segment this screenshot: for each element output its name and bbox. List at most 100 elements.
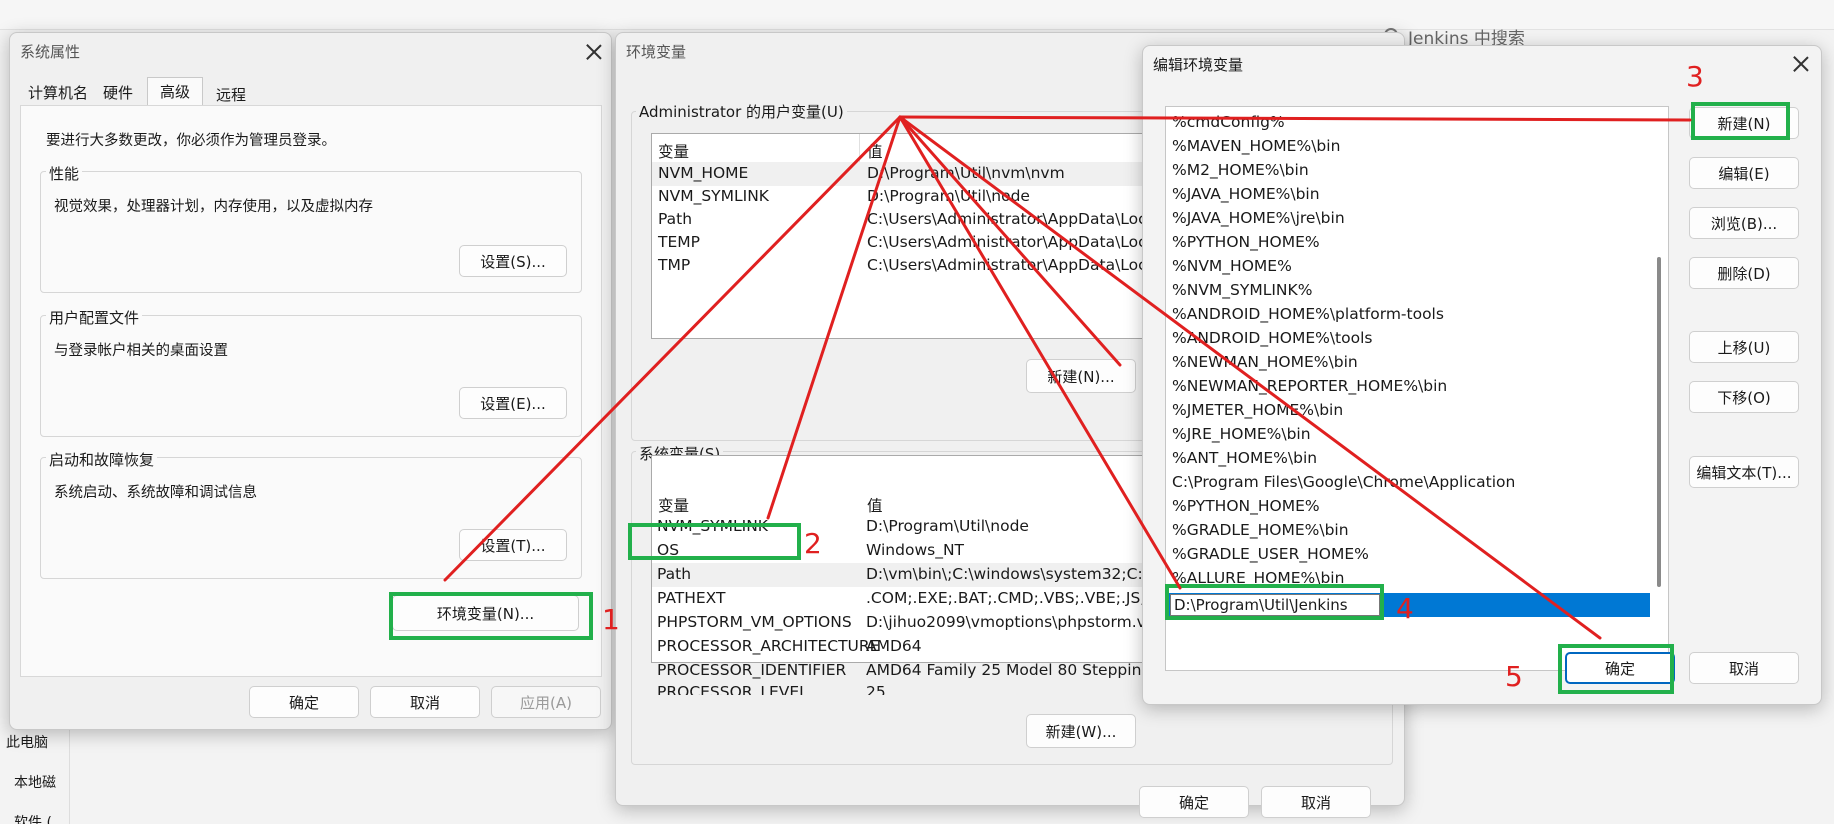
cancel-button[interactable]: 取消 [370, 686, 480, 718]
path-entry[interactable]: %M2_HOME%\bin [1166, 161, 1668, 185]
cancel-button[interactable]: 取消 [1689, 652, 1799, 684]
path-entry-text: %M2_HOME%\bin [1172, 161, 1309, 179]
path-entry-text: %NEWMAN_HOME%\bin [1172, 353, 1358, 371]
scrollbar[interactable] [1657, 257, 1661, 587]
path-entry[interactable]: %MAVEN_HOME%\bin [1166, 137, 1668, 161]
variable-value: D:\Program\Util\node [867, 187, 1030, 205]
step-number-3: 3 [1686, 60, 1704, 93]
variable-name: PATHEXT [657, 589, 726, 607]
variable-value: 25 [866, 683, 886, 695]
path-entry[interactable]: %PYTHON_HOME% [1166, 497, 1668, 521]
path-entry-text: %ANDROID_HOME%\tools [1172, 329, 1373, 347]
variable-name: Path [658, 210, 693, 228]
variable-value: .COM;.EXE;.BAT;.CMD;.VBS;.VBE;.JS;.JS [866, 589, 1165, 607]
close-icon[interactable] [585, 43, 603, 61]
user-profile-desc: 与登录帐户相关的桌面设置 [54, 343, 228, 359]
path-entry[interactable]: %JAVA_HOME%\bin [1166, 185, 1668, 209]
path-entry[interactable]: %ANDROID_HOME%\tools [1166, 329, 1668, 353]
variable-value: C:\Users\Administrator\AppData\Loc [867, 210, 1147, 228]
variable-value: AMD64 [866, 637, 922, 655]
highlight-env-button [389, 592, 593, 640]
path-entry[interactable]: %cmdConfig% [1166, 113, 1668, 137]
path-entry[interactable]: %GRADLE_HOME%\bin [1166, 521, 1668, 545]
ok-button[interactable]: 确定 [1139, 786, 1249, 818]
path-entry[interactable]: %JMETER_HOME%\bin [1166, 401, 1668, 425]
path-entry[interactable]: %PYTHON_HOME% [1166, 233, 1668, 257]
performance-desc: 视觉效果，处理器计划，内存使用，以及虚拟内存 [54, 199, 373, 215]
window-title: 环境变量 [626, 43, 687, 61]
path-entry-text: %JRE_HOME%\bin [1172, 425, 1311, 443]
path-entry[interactable]: %NEWMAN_REPORTER_HOME%\bin [1166, 377, 1668, 401]
path-entry[interactable]: %GRADLE_USER_HOME% [1166, 545, 1668, 569]
tab-advanced[interactable]: 高级 [147, 77, 204, 105]
performance-settings-button[interactable]: 设置(S)... [459, 245, 567, 277]
user-profile-label: 用户配置文件 [46, 307, 143, 328]
highlight-path-row [628, 523, 801, 560]
path-entry-text: %NVM_HOME% [1172, 257, 1292, 275]
user-variables-label: Administrator 的用户变量(U) [636, 101, 847, 122]
variable-name: TMP [658, 256, 691, 274]
path-entry[interactable]: C:\Program Files\Google\Chrome\Applicati… [1166, 473, 1668, 497]
path-entry[interactable]: %JAVA_HOME%\jre\bin [1166, 209, 1668, 233]
path-entry[interactable]: %NVM_SYMLINK% [1166, 281, 1668, 305]
variable-value: D:\Program\Util\node [866, 517, 1029, 535]
window-title: 编辑环境变量 [1153, 56, 1244, 74]
cancel-button[interactable]: 取消 [1261, 786, 1371, 818]
variable-name: Path [657, 565, 692, 583]
user-new-button[interactable]: 新建(N)... [1026, 359, 1136, 393]
sidebar-item-software[interactable]: 软件 ( [14, 812, 52, 824]
path-entry-text: %PYTHON_HOME% [1172, 233, 1320, 251]
step-number-2: 2 [804, 527, 822, 560]
path-entry-text: %ANT_HOME%\bin [1172, 449, 1318, 467]
path-entry-text: %JAVA_HOME%\jre\bin [1172, 209, 1345, 227]
tab-remote[interactable]: 远程 [210, 81, 252, 108]
window-title: 系统属性 [20, 43, 81, 61]
ok-button[interactable]: 确定 [249, 686, 359, 718]
sidebar-item-local-disk[interactable]: 本地磁 [14, 772, 56, 792]
edit-button[interactable]: 编辑(E) [1689, 157, 1799, 189]
variable-value: D:\vm\bin\;C:\windows\system32;C:\ [866, 565, 1148, 583]
tab-hardware[interactable]: 硬件 [97, 79, 139, 106]
variable-value: C:\Users\Administrator\AppData\Loc [867, 233, 1147, 251]
delete-button[interactable]: 删除(D) [1689, 257, 1799, 289]
explorer-sidebar: 此电脑 本地磁 软件 ( [0, 720, 70, 824]
variable-name: NVM_HOME [658, 164, 749, 182]
path-entry-text: %cmdConfig% [1172, 113, 1285, 131]
variable-name: PROCESSOR_IDENTIFIER [657, 661, 847, 679]
path-entry[interactable]: %NVM_HOME% [1166, 257, 1668, 281]
move-up-button[interactable]: 上移(U) [1689, 331, 1799, 363]
path-entry-text: C:\Program Files\Google\Chrome\Applicati… [1172, 473, 1516, 491]
variable-name: PHPSTORM_VM_OPTIONS [657, 613, 852, 631]
column-header-variable[interactable]: 变量 [658, 494, 689, 516]
path-entry-text: %GRADLE_HOME%\bin [1172, 521, 1349, 539]
apply-button[interactable]: 应用(A) [491, 686, 601, 718]
startup-recovery-settings-button[interactable]: 设置(T)... [459, 529, 567, 561]
path-entry[interactable]: %ANDROID_HOME%\platform-tools [1166, 305, 1668, 329]
path-entry-text: %GRADLE_USER_HOME% [1172, 545, 1369, 563]
variable-name: NVM_SYMLINK [658, 187, 769, 205]
highlight-editor [1165, 584, 1384, 620]
path-entry-text: %JAVA_HOME%\bin [1172, 185, 1320, 203]
sidebar-item-this-pc[interactable]: 此电脑 [6, 732, 48, 752]
tab-computer-name[interactable]: 计算机名 [22, 79, 94, 106]
path-entry-text: %PYTHON_HOME% [1172, 497, 1320, 515]
edit-text-button[interactable]: 编辑文本(T)... [1689, 456, 1799, 488]
column-header-variable[interactable]: 变量 [658, 140, 689, 162]
startup-recovery-desc: 系统启动、系统故障和调试信息 [54, 485, 257, 501]
variable-value: Windows_NT [866, 541, 965, 559]
column-header-value[interactable]: 值 [867, 140, 883, 162]
move-down-button[interactable]: 下移(O) [1689, 381, 1799, 413]
user-profile-settings-button[interactable]: 设置(E)... [459, 387, 567, 419]
column-header-value[interactable]: 值 [867, 494, 883, 516]
path-entry[interactable]: %ANT_HOME%\bin [1166, 449, 1668, 473]
column-divider [859, 134, 860, 164]
path-entry[interactable]: %NEWMAN_HOME%\bin [1166, 353, 1668, 377]
highlight-ok-button [1558, 644, 1674, 694]
system-new-button[interactable]: 新建(W)... [1026, 714, 1136, 748]
path-entry[interactable]: %JRE_HOME%\bin [1166, 425, 1668, 449]
admin-notice: 要进行大多数更改，你必须作为管理员登录。 [46, 133, 336, 149]
step-number-5: 5 [1505, 660, 1523, 693]
browse-button[interactable]: 浏览(B)... [1689, 207, 1799, 239]
variable-value: D:\jihuo2099\vmoptions\phpstorm.v [866, 613, 1146, 631]
close-icon[interactable] [1792, 55, 1810, 73]
